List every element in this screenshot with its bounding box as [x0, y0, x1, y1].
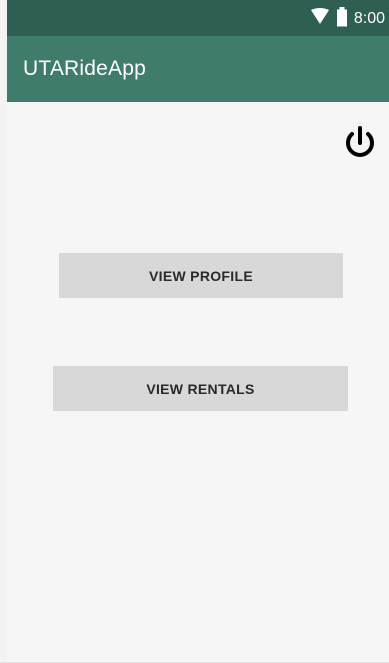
view-profile-button[interactable]: VIEW PROFILE [59, 253, 343, 298]
status-time: 8:00 [353, 10, 385, 27]
app-title: UTARideApp [23, 57, 146, 80]
status-bar: 8:00 [7, 0, 389, 36]
main-content: VIEW PROFILE VIEW RENTALS [7, 102, 389, 663]
power-icon[interactable] [341, 124, 379, 162]
app-screen: 8:00 UTARideApp VIEW PROFILE VIEW RENTAL… [0, 0, 389, 663]
view-rentals-button[interactable]: VIEW RENTALS [53, 366, 348, 411]
battery-icon [336, 6, 348, 32]
wifi-icon [310, 7, 330, 31]
app-bar: UTARideApp [7, 36, 389, 102]
status-icons: 8:00 [310, 6, 385, 32]
